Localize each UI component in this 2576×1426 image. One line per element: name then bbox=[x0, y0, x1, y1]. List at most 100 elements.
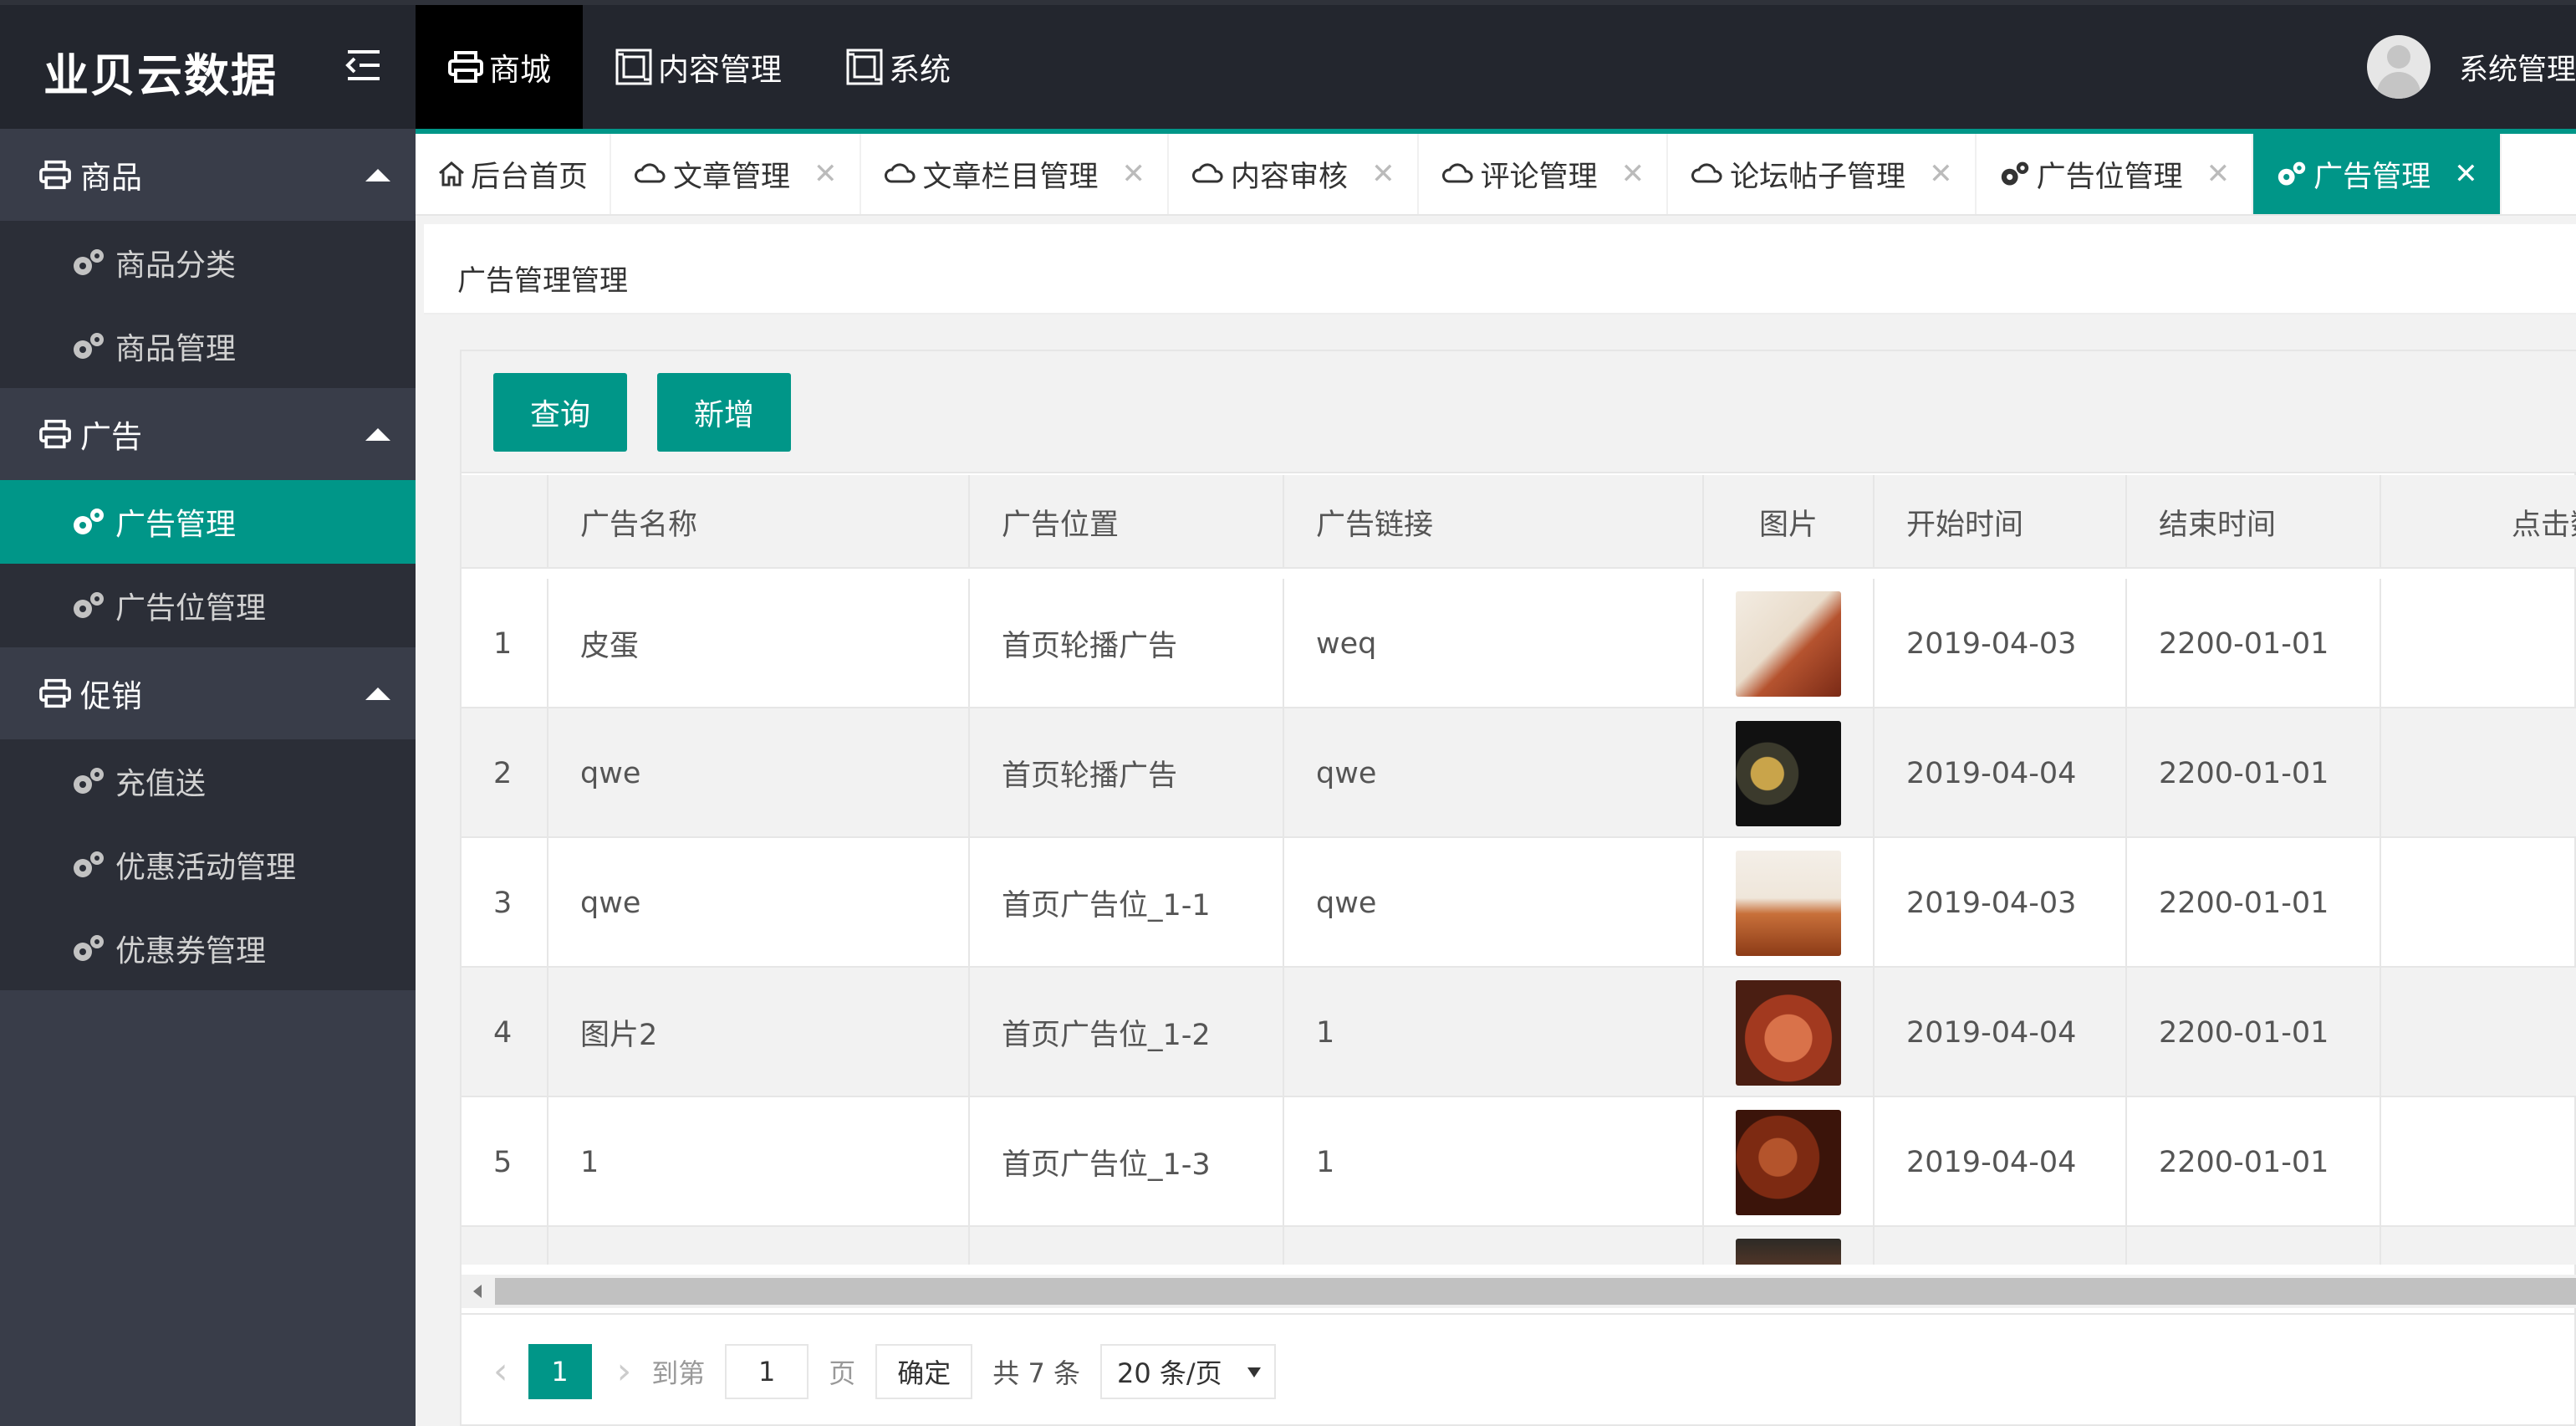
tab-label: 广告管理 bbox=[2313, 160, 2431, 194]
table-header: 广告名称 广告位置 广告链接 图片 开始时间 结束时间 点击数 bbox=[462, 475, 2576, 569]
page-label: 页 bbox=[829, 1357, 856, 1389]
close-icon[interactable]: ✕ bbox=[1621, 157, 1645, 191]
gears-icon bbox=[74, 509, 104, 534]
sidebar-group-goods[interactable]: 商品 bbox=[0, 129, 416, 221]
tab-label: 内容审核 bbox=[1231, 160, 1349, 194]
prev-page-icon[interactable]: ‹ bbox=[493, 1350, 508, 1393]
cell-image bbox=[1704, 579, 1875, 708]
cell-index: 1 bbox=[462, 579, 548, 708]
gears-icon bbox=[74, 249, 104, 275]
tab-label: 文章栏目管理 bbox=[922, 160, 1099, 194]
cell-link: qwe bbox=[1284, 708, 1704, 838]
toolbar: 查询 新增 bbox=[462, 351, 2576, 473]
cell-end: 2200-01-01 bbox=[2127, 838, 2381, 968]
column-header-clicks[interactable]: 点击数 bbox=[2381, 475, 2576, 569]
tab-bar: 后台首页 文章管理 ✕ 文章栏目管理 ✕ 内容审核 ✕ 评论管理 ✕ 论坛帖子管… bbox=[416, 129, 2576, 216]
sidebar-item-recharge[interactable]: 充值送 bbox=[0, 739, 416, 823]
gears-icon bbox=[2278, 161, 2306, 186]
column-header-start[interactable]: 开始时间 bbox=[1875, 475, 2127, 569]
table-row[interactable]: 4 图片2 首页广告位_1-2 1 2019-04-04 2200-01-01 bbox=[462, 968, 2576, 1097]
sidebar-item-discount-activity[interactable]: 优惠活动管理 bbox=[0, 823, 416, 907]
menu-toggle-icon[interactable] bbox=[343, 45, 385, 87]
column-header-name[interactable]: 广告名称 bbox=[548, 475, 970, 569]
table-panel: 查询 新增 广告名称 广告位置 广告链接 图片 开始时间 结束时间 点击数 1 … bbox=[460, 350, 2576, 1426]
cell-start: 2019-04-03 bbox=[1875, 579, 2127, 708]
gears-icon bbox=[74, 935, 104, 961]
tab-article-column[interactable]: 文章栏目管理 ✕ bbox=[861, 134, 1170, 214]
close-icon[interactable]: ✕ bbox=[1371, 157, 1395, 191]
cell-position: 首页广告位_1-1 bbox=[970, 838, 1284, 968]
tab-ad-position[interactable]: 广告位管理 ✕ bbox=[1977, 134, 2254, 214]
horizontal-scrollbar[interactable] bbox=[462, 1275, 2576, 1308]
page-number-input[interactable]: 1 bbox=[725, 1343, 809, 1399]
cell-image bbox=[1704, 1227, 1875, 1265]
topnav-content[interactable]: 内容管理 bbox=[583, 5, 814, 129]
home-icon bbox=[439, 161, 464, 187]
sidebar: 商品 商品分类 商品管理 广告 广告管理 广告位管理 促销 充值送 优惠活动管理… bbox=[0, 129, 416, 1426]
table-row[interactable] bbox=[462, 1227, 2576, 1265]
query-button[interactable]: 查询 bbox=[493, 373, 627, 452]
cell-link: qwe bbox=[1284, 838, 1704, 968]
sidebar-item-label: 商品分类 bbox=[115, 248, 237, 283]
gears-icon bbox=[74, 333, 104, 359]
printer-icon bbox=[39, 160, 71, 190]
tab-ad-management[interactable]: 广告管理 ✕ bbox=[2253, 134, 2502, 214]
tab-forum-post[interactable]: 论坛帖子管理 ✕ bbox=[1668, 134, 1977, 214]
column-header-position[interactable]: 广告位置 bbox=[970, 475, 1284, 569]
tab-label: 论坛帖子管理 bbox=[1730, 160, 1906, 194]
sidebar-item-goods-management[interactable]: 商品管理 bbox=[0, 304, 416, 388]
ad-thumbnail-image[interactable] bbox=[1736, 1109, 1841, 1215]
ad-thumbnail-image[interactable] bbox=[1736, 720, 1841, 826]
gears-icon bbox=[74, 592, 104, 618]
topnav-system-label: 系统 bbox=[889, 52, 951, 88]
tab-label: 广告位管理 bbox=[2036, 160, 2183, 194]
column-header-image[interactable]: 图片 bbox=[1704, 475, 1875, 569]
topnav-mall[interactable]: 商城 bbox=[416, 5, 583, 129]
ad-thumbnail-image[interactable] bbox=[1736, 979, 1841, 1086]
table-row[interactable]: 1 皮蛋 首页轮播广告 weq 2019-04-03 2200-01-01 bbox=[462, 579, 2576, 708]
close-icon[interactable]: ✕ bbox=[2454, 157, 2478, 191]
tab-article[interactable]: 文章管理 ✕ bbox=[611, 134, 861, 214]
sidebar-item-ad-management[interactable]: 广告管理 bbox=[0, 480, 416, 564]
column-header-link[interactable]: 广告链接 bbox=[1284, 475, 1704, 569]
confirm-button[interactable]: 确定 bbox=[875, 1343, 973, 1399]
next-page-icon[interactable]: › bbox=[617, 1350, 632, 1393]
sidebar-item-ad-position[interactable]: 广告位管理 bbox=[0, 564, 416, 647]
cell-clicks bbox=[2381, 968, 2576, 1097]
ad-thumbnail-image[interactable] bbox=[1736, 590, 1841, 697]
cloud-icon bbox=[1441, 163, 1473, 183]
page-current-button[interactable]: 1 bbox=[528, 1343, 592, 1399]
sidebar-group-ads[interactable]: 广告 bbox=[0, 388, 416, 480]
tab-home[interactable]: 后台首页 bbox=[416, 134, 612, 214]
tab-comment[interactable]: 评论管理 ✕ bbox=[1419, 134, 1669, 214]
ad-thumbnail-image[interactable] bbox=[1736, 850, 1841, 956]
sidebar-item-goods-category[interactable]: 商品分类 bbox=[0, 221, 416, 304]
sidebar-group-promotion[interactable]: 促销 bbox=[0, 647, 416, 739]
scrollbar-thumb[interactable] bbox=[495, 1278, 2576, 1305]
user-name[interactable]: 系统管理 bbox=[2459, 46, 2576, 89]
table-row[interactable]: 5 1 首页广告位_1-3 1 2019-04-04 2200-01-01 bbox=[462, 1097, 2576, 1227]
sidebar-item-label: 商品管理 bbox=[115, 332, 237, 366]
sidebar-item-label: 广告管理 bbox=[115, 508, 237, 542]
cell-clicks bbox=[2381, 579, 2576, 708]
close-icon[interactable]: ✕ bbox=[814, 157, 838, 191]
close-icon[interactable]: ✕ bbox=[2206, 157, 2231, 191]
cell-position: 首页轮播广告 bbox=[970, 579, 1284, 708]
close-icon[interactable]: ✕ bbox=[1929, 157, 1953, 191]
table-row[interactable]: 3 qwe 首页广告位_1-1 qwe 2019-04-03 2200-01-0… bbox=[462, 838, 2576, 968]
topnav-content-label: 内容管理 bbox=[658, 52, 782, 88]
column-header-index bbox=[462, 475, 548, 569]
sidebar-item-coupon[interactable]: 优惠券管理 bbox=[0, 907, 416, 990]
close-icon[interactable]: ✕ bbox=[1122, 157, 1146, 191]
cell-end: 2200-01-01 bbox=[2127, 708, 2381, 838]
avatar[interactable] bbox=[2366, 35, 2431, 99]
tab-content-review[interactable]: 内容审核 ✕ bbox=[1169, 134, 1419, 214]
column-header-end[interactable]: 结束时间 bbox=[2127, 475, 2381, 569]
user-menu[interactable]: 系统管理 bbox=[2366, 5, 2576, 129]
page-size-select[interactable]: 20 条/页 bbox=[1099, 1343, 1276, 1399]
scroll-left-icon[interactable] bbox=[473, 1285, 482, 1298]
topnav-system[interactable]: 系统 bbox=[814, 5, 982, 129]
ad-thumbnail-image[interactable] bbox=[1736, 1239, 1841, 1265]
table-row[interactable]: 2 qwe 首页轮播广告 qwe 2019-04-04 2200-01-01 bbox=[462, 708, 2576, 838]
add-button[interactable]: 新增 bbox=[657, 373, 791, 452]
